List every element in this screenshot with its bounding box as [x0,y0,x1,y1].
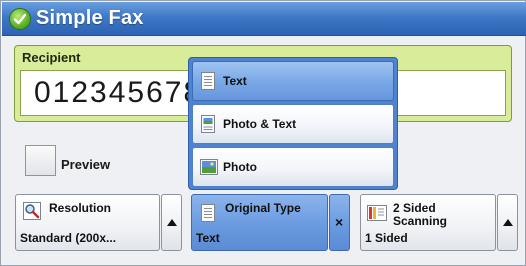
page-title: Simple Fax [36,7,144,29]
resolution-scroll-up-button[interactable] [161,194,182,251]
arrow-up-icon [503,219,513,226]
resolution-title: Resolution [49,201,111,215]
original-type-value: Text [196,231,220,245]
two-sided-title-line1: 2 Sided [393,201,436,215]
photo-text-document-icon [201,115,215,133]
simple-fax-window: Simple Fax Recipient 0123456789 Preview … [0,0,526,266]
two-sided-icon [367,204,387,222]
two-sided-value: 1 Sided [365,231,408,245]
menu-item-photo-text[interactable]: Photo & Text [192,104,394,144]
original-type-title: Original Type [225,201,301,215]
document-icon [201,204,215,222]
two-sided-scroll-up-button[interactable] [497,194,518,251]
two-sided-title-line2: Scanning [393,214,448,228]
menu-item-text[interactable]: Text [192,61,394,101]
recipient-label: Recipient [22,50,81,65]
magnifier-icon [23,202,41,220]
text-document-icon [201,72,215,90]
original-type-menu: Text Photo & Text Photo [188,57,398,190]
resolution-button[interactable]: Resolution Standard (200x... [15,194,160,251]
two-sided-scanning-button[interactable]: 2 Sided Scanning 1 Sided [360,194,496,251]
close-icon: × [335,214,344,230]
resolution-value: Standard (200x... [20,231,117,245]
menu-item-label: Photo [223,160,257,174]
preview-checkbox[interactable] [25,145,56,176]
checkmark-icon [9,8,31,30]
menu-item-label: Text [223,74,247,88]
menu-item-photo[interactable]: Photo [192,147,394,187]
original-type-button[interactable]: Original Type Text [191,194,328,251]
title-bar: Simple Fax [2,2,526,36]
arrow-up-icon [167,219,177,226]
preview-label: Preview [61,157,111,172]
menu-item-label: Photo & Text [223,117,297,131]
photo-icon [200,159,218,175]
original-type-close-button[interactable]: × [329,194,350,251]
